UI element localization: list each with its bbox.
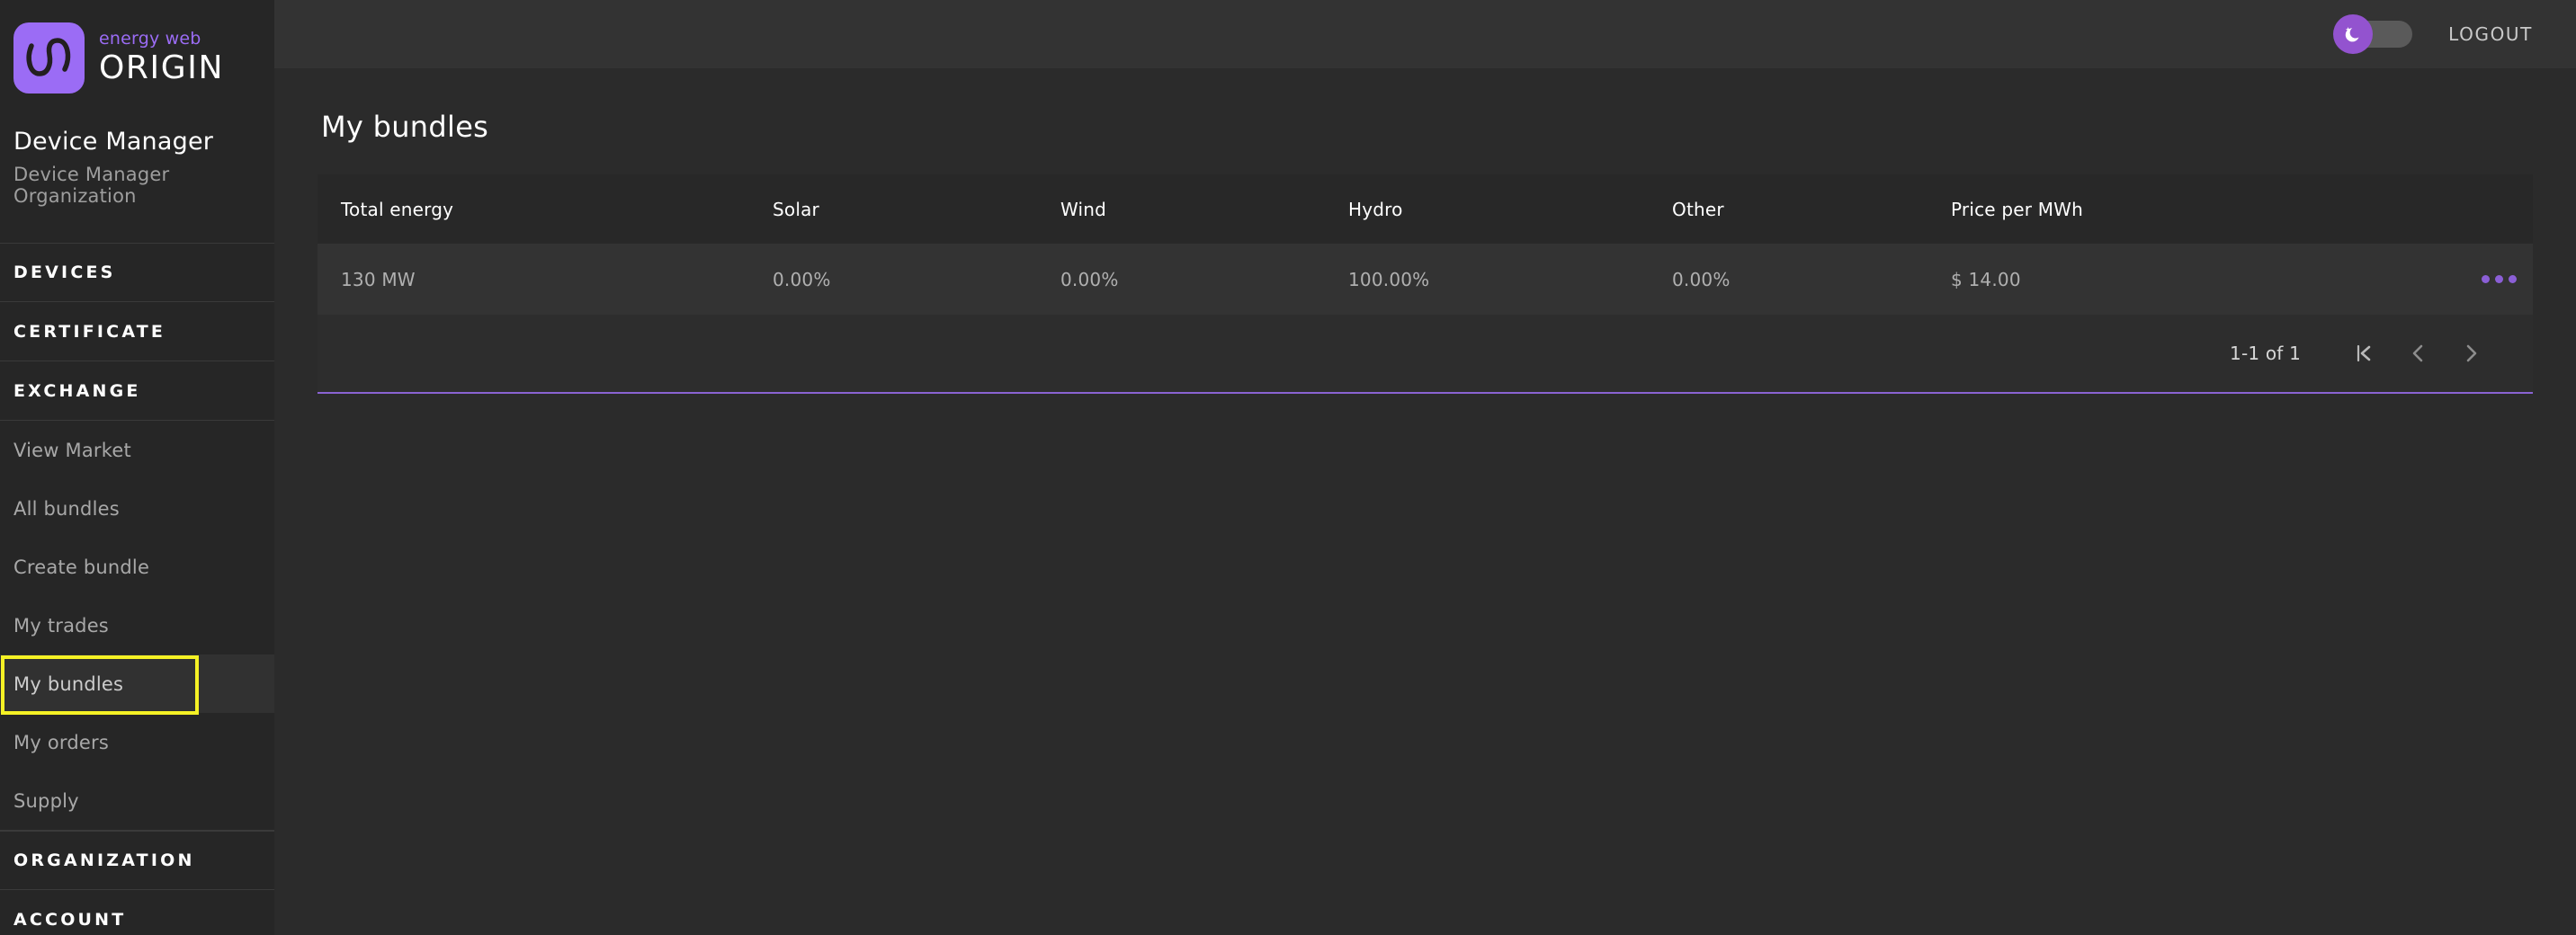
page-title: My bundles	[321, 110, 489, 144]
table-pagination: 1-1 of 1	[318, 315, 2533, 392]
pagination-range-label: 1-1 of 1	[2230, 343, 2301, 364]
cell-hydro: 100.00%	[1348, 268, 1430, 290]
sidebar: energy web ORIGIN Device Manager Device …	[0, 0, 274, 935]
app-root: energy web ORIGIN Device Manager Device …	[0, 0, 2576, 935]
main-area: LOGOUT My bundles Total energy Solar Win…	[274, 0, 2576, 935]
logout-button[interactable]: LOGOUT	[2448, 23, 2533, 45]
chevron-left-icon[interactable]	[2391, 326, 2445, 380]
table-body: 130 MW 0.00% 0.00% 100.00% 0.00% $ 14.00	[318, 244, 2533, 315]
sidebar-item-all-bundles[interactable]: All bundles	[0, 479, 274, 538]
column-header-hydro: Hydro	[1348, 198, 1403, 220]
cell-solar: 0.00%	[773, 268, 831, 290]
sidebar-section-organization[interactable]: ORGANIZATION	[0, 831, 274, 890]
sidebar-item-create-bundle[interactable]: Create bundle	[0, 538, 274, 596]
column-header-other: Other	[1672, 198, 1724, 220]
moon-icon	[2345, 27, 2359, 42]
first-page-icon[interactable]	[2337, 326, 2391, 380]
bundles-table: Total energy Solar Wind Hydro Other Pric…	[318, 174, 2533, 315]
cell-total-energy: 130 MW	[341, 268, 416, 290]
sidebar-section-exchange[interactable]: EXCHANGE	[0, 361, 274, 421]
topbar: LOGOUT	[274, 0, 2576, 68]
dot	[2482, 275, 2490, 283]
table-row[interactable]: 130 MW 0.00% 0.00% 100.00% 0.00% $ 14.00	[318, 244, 2533, 315]
column-header-total-energy: Total energy	[341, 198, 454, 220]
user-name: Device Manager	[13, 128, 214, 156]
page-content: My bundles Total energy Solar Wind Hydro	[274, 68, 2576, 394]
sidebar-item-view-market[interactable]: View Market	[0, 421, 274, 479]
chevron-right-icon[interactable]	[2445, 326, 2499, 380]
cell-price-per-mwh: $ 14.00	[1951, 268, 2021, 290]
cell-wind: 0.00%	[1060, 268, 1119, 290]
sidebar-item-my-trades[interactable]: My trades	[0, 596, 274, 654]
theme-toggle[interactable]	[2333, 14, 2413, 54]
column-header-solar: Solar	[773, 198, 819, 220]
brand-logo[interactable]: energy web ORIGIN	[0, 0, 274, 115]
cell-other: 0.00%	[1672, 268, 1731, 290]
table-head: Total energy Solar Wind Hydro Other Pric…	[318, 174, 2533, 244]
brand-eyebrow: energy web	[99, 29, 201, 49]
more-horizontal-icon[interactable]	[2448, 275, 2533, 283]
sidebar-nav: DEVICES CERTIFICATE EXCHANGE View Market…	[0, 243, 274, 935]
bundles-table-card: Total energy Solar Wind Hydro Other Pric…	[318, 174, 2533, 394]
column-header-price-per-mwh: Price per MWh	[1951, 198, 2084, 220]
brand-title: ORIGIN	[99, 49, 225, 86]
energy-web-omega-logo-icon	[13, 22, 85, 94]
sidebar-item-my-bundles[interactable]: My bundles	[0, 654, 274, 715]
column-header-wind: Wind	[1060, 198, 1107, 220]
dot	[2495, 275, 2503, 283]
sidebar-section-account[interactable]: ACCOUNT	[0, 890, 274, 935]
column-header-actions	[2425, 174, 2533, 244]
sidebar-section-certificate[interactable]: CERTIFICATE	[0, 302, 274, 361]
sidebar-section-devices[interactable]: DEVICES	[0, 243, 274, 302]
table-header-row: Total energy Solar Wind Hydro Other Pric…	[318, 174, 2533, 244]
sidebar-item-supply[interactable]: Supply	[0, 771, 274, 830]
user-organization: Device Manager Organization	[13, 164, 170, 207]
sidebar-exchange-items: View Market All bundles Create bundle My…	[0, 421, 274, 831]
cell-actions	[2425, 244, 2533, 315]
user-block: Device Manager Device Manager Organizati…	[0, 115, 274, 243]
dot	[2509, 275, 2517, 283]
sidebar-item-my-orders[interactable]: My orders	[0, 713, 274, 771]
theme-toggle-thumb	[2333, 14, 2374, 54]
